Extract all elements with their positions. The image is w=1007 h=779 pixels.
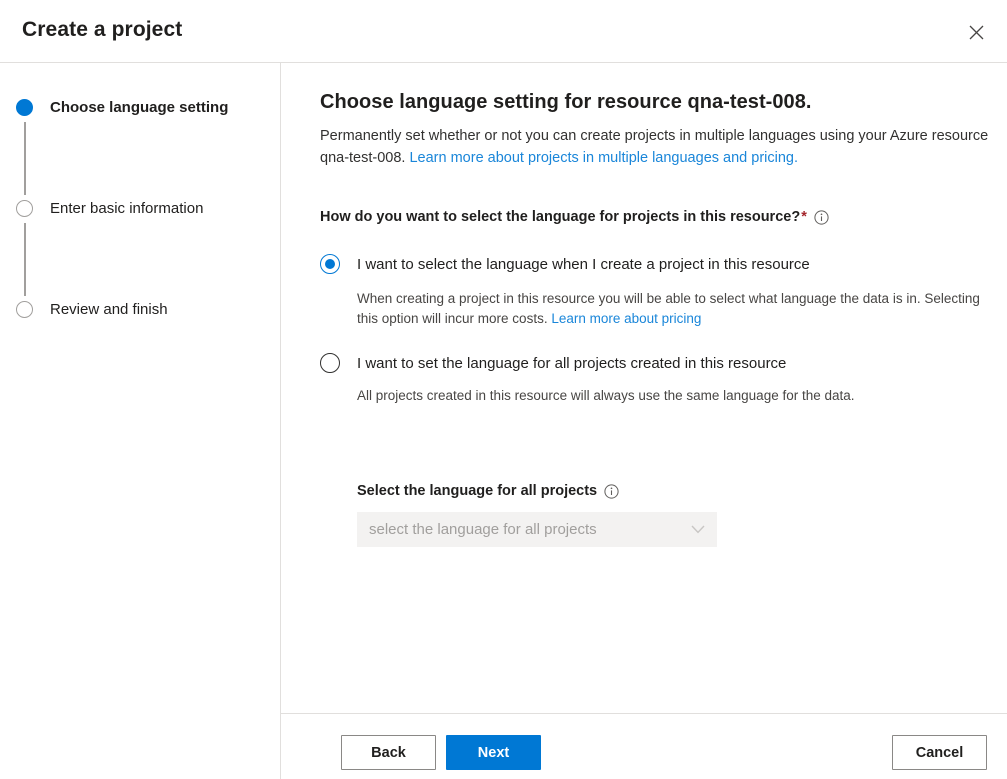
page-description: Permanently set whether or not you can c… [320,125,992,169]
step-indicator-active [16,99,33,116]
step-connector-2 [24,223,26,296]
radio-label[interactable]: I want to select the language when I cre… [357,256,810,273]
radio-option-set-for-all-projects-help: All projects created in this resource wi… [357,386,997,406]
language-dropdown-label-text: Select the language for all projects [357,483,597,499]
close-icon[interactable] [955,11,997,53]
wizard-sidebar: Choose language setting Enter basic info… [0,63,281,779]
radio-input[interactable] [320,254,340,274]
sidebar-step-choose-language-setting[interactable]: Choose language setting [16,97,228,117]
radio-input[interactable] [320,353,340,373]
language-dropdown[interactable]: select the language for all projects [357,512,717,547]
dialog-title: Create a project [22,18,182,42]
learn-more-pricing-link[interactable]: Learn more about pricing [551,311,701,326]
dialog-footer: Back Next Cancel [281,713,1007,779]
radio-option-set-for-all-projects[interactable]: I want to set the language for all proje… [320,353,786,373]
sidebar-step-label: Choose language setting [50,99,228,116]
required-marker: * [801,209,807,225]
step-indicator-inactive [16,200,33,217]
info-icon[interactable] [814,210,829,225]
radio-option-select-per-project[interactable]: I want to select the language when I cre… [320,254,810,274]
language-dropdown-label: Select the language for all projects [357,483,619,499]
radio-option-select-per-project-help: When creating a project in this resource… [357,289,997,329]
create-project-dialog: Create a project Choose language setting… [0,0,1007,779]
radio-help-text: All projects created in this resource wi… [357,388,855,403]
cancel-button[interactable]: Cancel [892,735,987,770]
step-connector-1 [24,122,26,195]
radio-label[interactable]: I want to set the language for all proje… [357,355,786,372]
language-dropdown-placeholder: select the language for all projects [369,521,691,538]
sidebar-step-enter-basic-information[interactable]: Enter basic information [16,198,203,218]
language-selection-question-label: How do you want to select the language f… [320,209,829,225]
back-button[interactable]: Back [341,735,436,770]
sidebar-step-review-and-finish[interactable]: Review and finish [16,299,168,319]
main-panel: Choose language setting for resource qna… [281,63,1007,713]
page-title: Choose language setting for resource qna… [320,91,812,114]
sidebar-step-label: Enter basic information [50,200,203,217]
dialog-header: Create a project [0,0,1007,63]
chevron-down-icon [691,525,705,534]
learn-more-multiple-languages-link[interactable]: Learn more about projects in multiple la… [409,150,798,166]
next-button[interactable]: Next [446,735,541,770]
step-indicator-inactive [16,301,33,318]
language-selection-question-text: How do you want to select the language f… [320,209,800,225]
info-icon[interactable] [604,484,619,499]
sidebar-step-label: Review and finish [50,301,168,318]
